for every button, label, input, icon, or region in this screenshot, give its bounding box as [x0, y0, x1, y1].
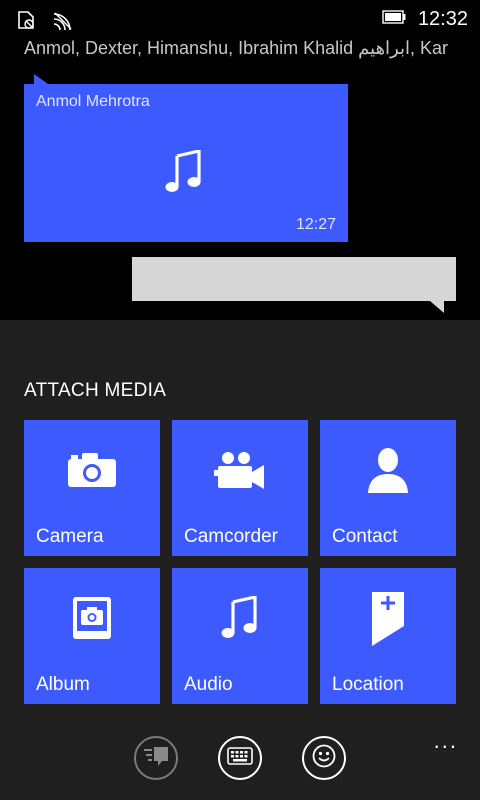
camera-tile[interactable]: Camera	[24, 420, 160, 556]
camera-icon	[24, 420, 160, 520]
album-icon	[24, 568, 160, 668]
music-note-icon	[164, 148, 204, 199]
camcorder-tile[interactable]: Camcorder	[172, 420, 308, 556]
bubble-tail	[430, 301, 444, 313]
location-tile[interactable]: Location	[320, 568, 456, 704]
tile-label: Location	[332, 674, 404, 695]
audio-tile[interactable]: Audio	[172, 568, 308, 704]
bubble-tail	[34, 74, 48, 84]
tile-label: Album	[36, 674, 90, 695]
attach-media-panel: ATTACH MEDIA Camera Camcorder Contact Al…	[0, 320, 480, 800]
album-tile[interactable]: Album	[24, 568, 160, 704]
message-time: 12:27	[295, 216, 336, 233]
tile-label: Contact	[332, 526, 398, 547]
emoji-button[interactable]	[302, 736, 346, 780]
status-bar: 12:32	[0, 0, 480, 40]
clock: 12:32	[417, 8, 468, 30]
outgoing-message-bubble[interactable]	[132, 257, 456, 313]
tile-label: Camera	[36, 526, 104, 547]
keyboard-icon	[227, 746, 253, 770]
quick-reply-icon	[143, 745, 169, 772]
tile-label: Camcorder	[184, 526, 278, 547]
incoming-message-bubble[interactable]: Anmol Mehrotra 12:27	[24, 74, 348, 242]
battery-icon	[382, 10, 406, 29]
wifi-icon	[52, 10, 74, 35]
emoji-icon	[312, 744, 336, 773]
app-bar: ...	[0, 728, 480, 800]
attach-media-title: ATTACH MEDIA	[24, 380, 167, 401]
tile-label: Audio	[184, 674, 233, 695]
contact-tile[interactable]: Contact	[320, 420, 456, 556]
quick-reply-button[interactable]	[134, 736, 178, 780]
no-sim-icon	[16, 10, 36, 35]
more-options-button[interactable]: ...	[434, 728, 458, 754]
camcorder-icon	[172, 420, 308, 520]
keyboard-button[interactable]	[218, 736, 262, 780]
message-sender: Anmol Mehrotra	[36, 93, 150, 110]
music-note-icon	[172, 568, 308, 668]
contact-icon	[320, 420, 456, 520]
location-pin-icon	[320, 568, 456, 668]
conversation-participants[interactable]: Anmol, Dexter, Himanshu, Ibrahim Khalid …	[24, 38, 480, 59]
